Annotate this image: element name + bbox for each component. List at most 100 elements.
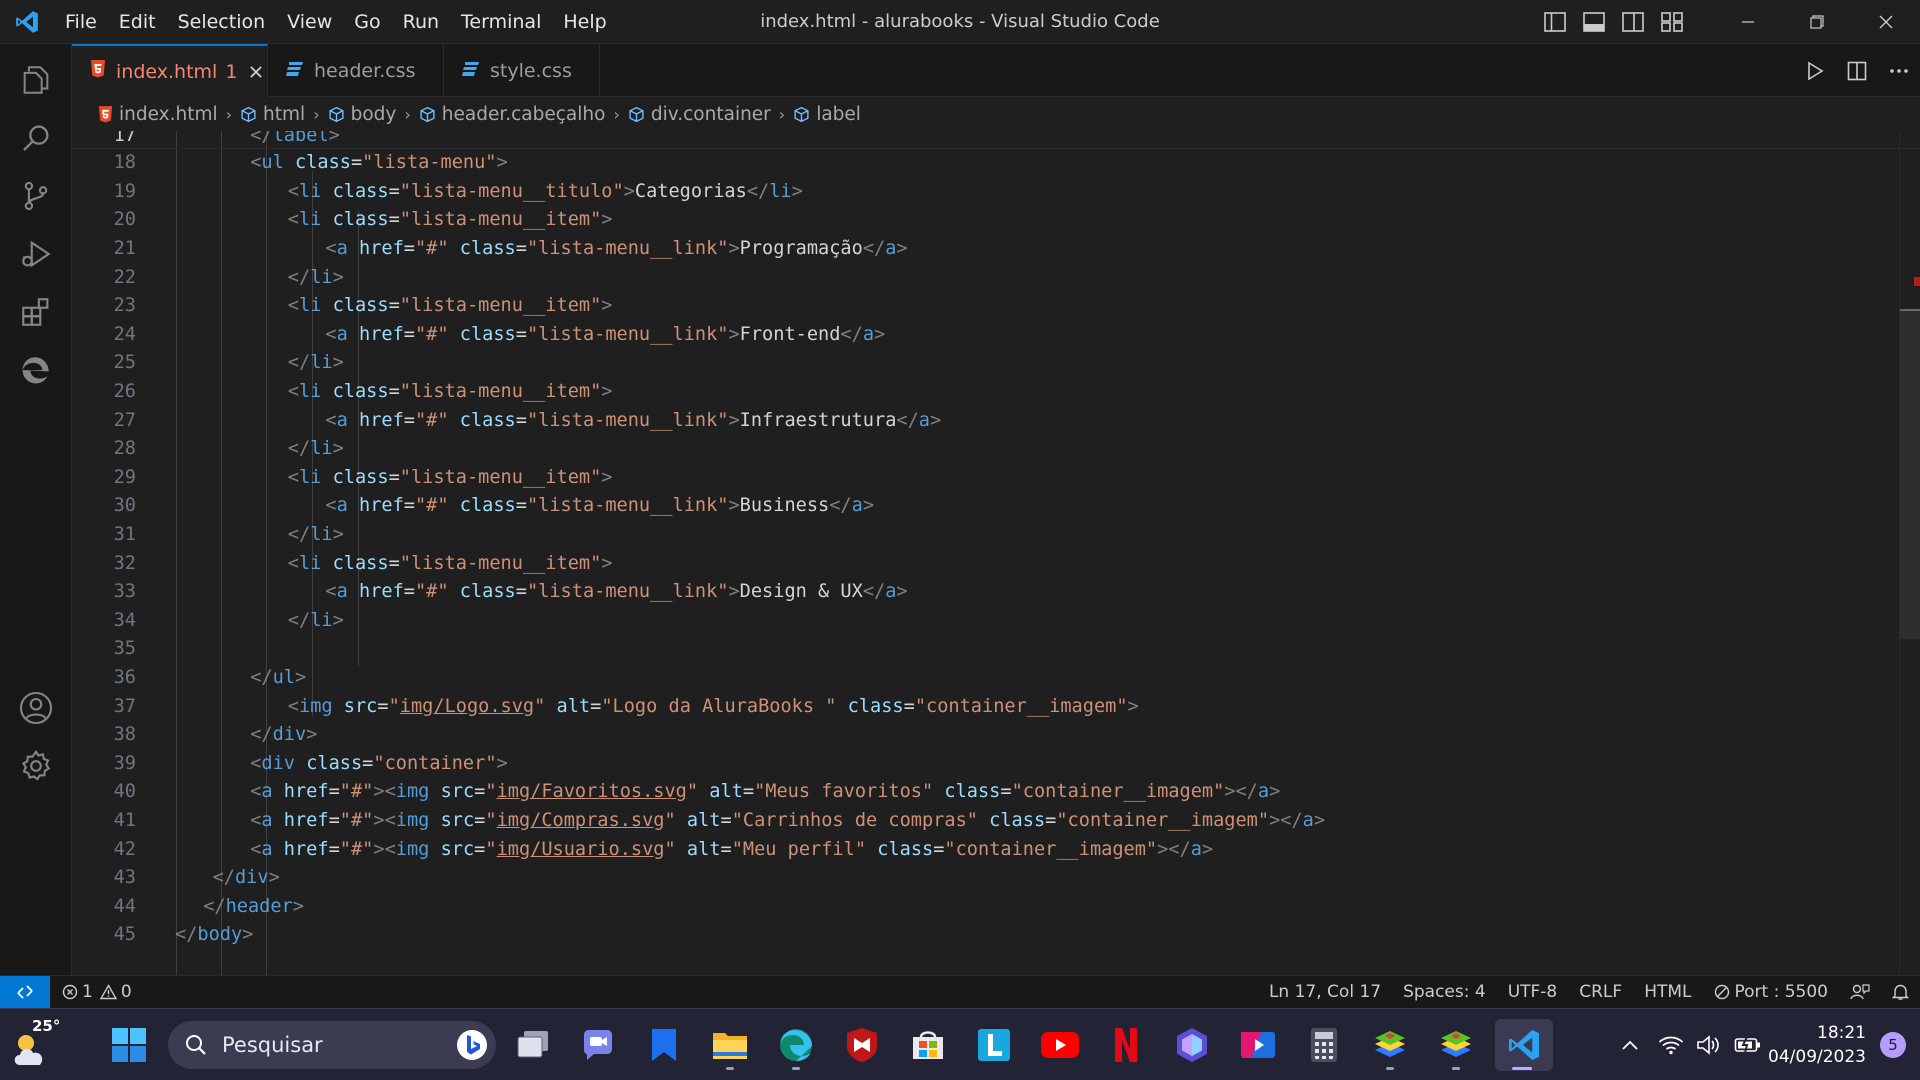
menu-go[interactable]: Go (343, 0, 391, 44)
code-line[interactable]: 34 </li> (72, 607, 1920, 636)
encoding[interactable]: UTF-8 (1497, 982, 1569, 1002)
code-line[interactable]: 23 <li class="lista-menu__item"> (72, 292, 1920, 321)
menu-help[interactable]: Help (552, 0, 617, 44)
line-number[interactable]: 25 (72, 349, 136, 378)
code-line[interactable]: 28 </li> (72, 435, 1920, 464)
line-number[interactable]: 29 (72, 464, 136, 493)
code-line[interactable]: 21 <a href="#" class="lista-menu__link">P… (72, 235, 1920, 264)
code-line[interactable]: 29 <li class="lista-menu__item"> (72, 464, 1920, 493)
calculator-icon[interactable] (1297, 1019, 1351, 1071)
code-line[interactable]: 35 (72, 635, 1920, 664)
code-line[interactable]: 40 <a href="#"><img src="img/Favoritos.sv… (72, 778, 1920, 807)
bookmark-app-icon[interactable] (637, 1019, 691, 1071)
tab-index-html[interactable]: index.html 1 (72, 44, 268, 97)
run-play-icon[interactable] (1794, 44, 1836, 97)
edge-browser-icon[interactable] (769, 1019, 823, 1071)
code-line[interactable]: 45 </body> (72, 921, 1920, 950)
run-debug-icon[interactable] (0, 224, 72, 284)
code-line[interactable]: 42 <a href="#"><img src="img/Usuario.svg"… (72, 836, 1920, 865)
code-line[interactable]: 27 <a href="#" class="lista-menu__link">I… (72, 407, 1920, 436)
code-line[interactable]: 36 </ul> (72, 664, 1920, 693)
notification-count-badge[interactable]: 5 (1880, 1032, 1906, 1058)
live-server-port[interactable]: Port : 5500 (1703, 982, 1840, 1002)
close-tab-icon[interactable] (249, 65, 263, 79)
menu-file[interactable]: File (54, 0, 108, 44)
breadcrumb-div-container[interactable]: › div.container (605, 104, 770, 125)
line-number[interactable]: 40 (72, 778, 136, 807)
code-line[interactable]: 26 <li class="lista-menu__item"> (72, 378, 1920, 407)
line-number[interactable]: 34 (72, 607, 136, 636)
code-line[interactable]: 22 </li> (72, 264, 1920, 293)
tab-header-css[interactable]: header.css (268, 44, 444, 97)
toggle-primary-sidebar-icon[interactable] (1535, 0, 1574, 44)
cursor-position[interactable]: Ln 17, Col 17 (1258, 982, 1392, 1002)
menu-terminal[interactable]: Terminal (450, 0, 552, 44)
netflix-icon[interactable] (1099, 1019, 1153, 1071)
line-number[interactable]: 33 (72, 578, 136, 607)
notifications-bell-icon[interactable] (1881, 983, 1920, 1001)
task-view-icon[interactable] (506, 1019, 560, 1071)
indentation[interactable]: Spaces: 4 (1392, 982, 1497, 1002)
vscode-logo-icon[interactable] (0, 0, 54, 44)
code-line[interactable]: 41 <a href="#"><img src="img/Compras.svg"… (72, 807, 1920, 836)
menu-view[interactable]: View (276, 0, 343, 44)
code-line[interactable]: 20 <li class="lista-menu__item"> (72, 206, 1920, 235)
youtube-icon[interactable] (1033, 1019, 1087, 1071)
source-control-icon[interactable] (0, 166, 72, 226)
line-number[interactable]: 45 (72, 921, 136, 950)
code-line[interactable]: 39 <div class="container"> (72, 750, 1920, 779)
line-ending[interactable]: CRLF (1568, 982, 1633, 1002)
line-number[interactable]: 35 (72, 635, 136, 664)
remote-indicator-icon[interactable] (0, 976, 50, 1008)
code-line[interactable]: 38 </div> (72, 721, 1920, 750)
explorer-icon[interactable] (0, 50, 72, 110)
line-number[interactable]: 42 (72, 836, 136, 865)
line-number[interactable]: 27 (72, 407, 136, 436)
teams-chat-icon[interactable] (571, 1019, 625, 1071)
file-explorer-icon[interactable] (703, 1019, 757, 1071)
line-number[interactable]: 41 (72, 807, 136, 836)
line-number[interactable]: 24 (72, 321, 136, 350)
line-number[interactable]: 36 (72, 664, 136, 693)
chevron-up-icon[interactable] (1608, 1039, 1652, 1051)
extensions-icon[interactable] (0, 282, 72, 342)
line-number[interactable]: 21 (72, 235, 136, 264)
search-icon[interactable] (0, 108, 72, 168)
code-line[interactable]: 33 <a href="#" class="lista-menu__link">D… (72, 578, 1920, 607)
line-number[interactable]: 32 (72, 550, 136, 579)
minimize-icon[interactable] (1713, 0, 1782, 44)
code-line[interactable]: 18 <ul class="lista-menu"> (72, 149, 1920, 178)
close-window-icon[interactable] (1851, 0, 1920, 44)
breadcrumb-header[interactable]: › header.cabeçalho (396, 104, 605, 125)
customize-layout-icon[interactable] (1652, 0, 1691, 44)
code-line[interactable]: 19 <li class="lista-menu__titulo">Categor… (72, 178, 1920, 207)
code-line[interactable]: 44 </header> (72, 893, 1920, 922)
code-line[interactable]: 32 <li class="lista-menu__item"> (72, 550, 1920, 579)
accounts-icon[interactable] (0, 678, 72, 738)
code-line[interactable]: 43 </div> (72, 864, 1920, 893)
line-number[interactable]: 26 (72, 378, 136, 407)
toggle-secondary-sidebar-icon[interactable] (1613, 0, 1652, 44)
line-number[interactable]: 37 (72, 693, 136, 722)
menu-run[interactable]: Run (392, 0, 450, 44)
taskbar-search[interactable]: Pesquisar (168, 1021, 496, 1069)
breadcrumb-file[interactable]: index.html (98, 104, 218, 125)
tab-style-css[interactable]: style.css (444, 44, 600, 97)
code-line[interactable]: 37 <img src="img/Logo.svg" alt="Logo da A… (72, 693, 1920, 722)
line-number[interactable]: 44 (72, 893, 136, 922)
line-number[interactable]: 38 (72, 721, 136, 750)
language-mode[interactable]: HTML (1633, 982, 1702, 1002)
code-line[interactable]: 17 </label> (72, 131, 1920, 150)
volume-icon[interactable] (1690, 1034, 1728, 1056)
clock[interactable]: 18:21 04/09/2023 (1768, 1021, 1866, 1069)
breadcrumb-label-element[interactable]: › label (771, 104, 861, 125)
line-number[interactable]: 28 (72, 435, 136, 464)
breadcrumb-body[interactable]: › body (305, 104, 396, 125)
line-number[interactable]: 30 (72, 492, 136, 521)
feedback-icon[interactable] (1839, 983, 1881, 1001)
breadcrumb-html[interactable]: › html (218, 104, 306, 125)
copilot-hex-icon[interactable] (1165, 1019, 1219, 1071)
code-line[interactable]: 30 <a href="#" class="lista-menu__link">B… (72, 492, 1920, 521)
battery-charging-icon[interactable] (1728, 1036, 1768, 1054)
line-number[interactable]: 17 (72, 131, 136, 150)
